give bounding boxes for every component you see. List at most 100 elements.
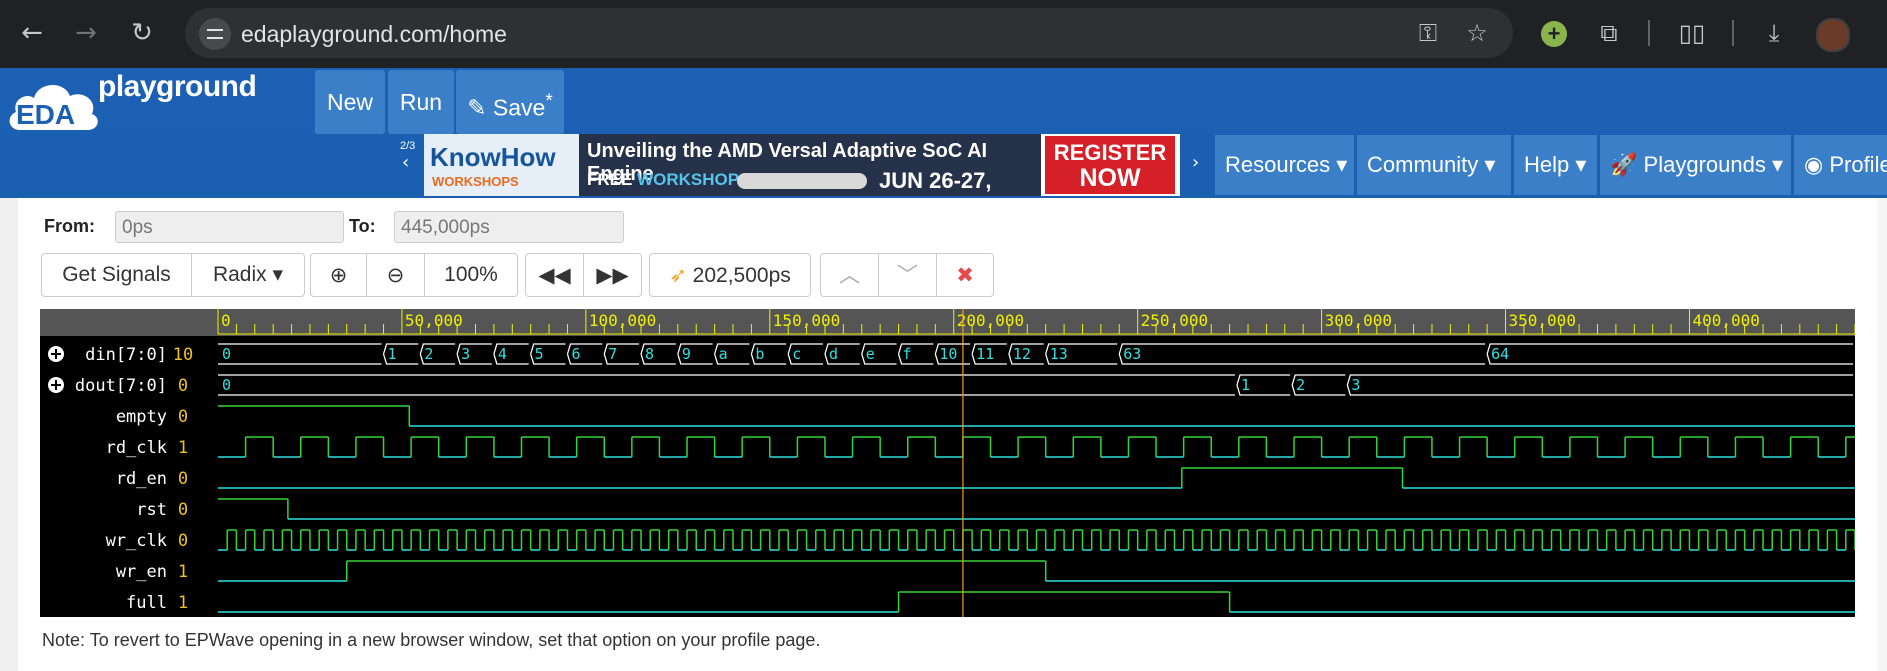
register-now-button[interactable]: REGISTER NOW xyxy=(1045,136,1175,194)
signal-value: 10 xyxy=(173,345,193,365)
epwave-note: Note: To revert to EPWave opening in a n… xyxy=(42,630,821,650)
save-label: Save xyxy=(492,94,546,121)
banner-headline-box: Unveiling the AMD Versal Adaptive SoC AI… xyxy=(579,134,1041,219)
page-gutter xyxy=(0,198,18,671)
star-icon[interactable]: ☆ xyxy=(1461,17,1493,49)
zoom-level[interactable]: 100% xyxy=(425,254,517,296)
ruler-tick-label: 0 xyxy=(221,311,231,330)
carousel-counter: 2/3 xyxy=(400,140,416,152)
save-button[interactable]: ✎ Save* xyxy=(456,70,564,134)
bus-value-label: 7 xyxy=(608,345,617,363)
forward-icon[interactable]: → xyxy=(70,17,102,49)
signal-name[interactable]: din[7:0] xyxy=(85,345,167,365)
signal-name[interactable]: wr_en xyxy=(116,562,167,582)
signal-value: 0 xyxy=(178,500,188,520)
menu-resources[interactable]: Resources ▾ xyxy=(1215,135,1354,195)
rocket-icon: 🚀 xyxy=(1610,153,1638,178)
toolbar-separator xyxy=(1648,20,1650,46)
bus-value-label: 10 xyxy=(939,345,957,363)
bus-value-label: f xyxy=(903,345,912,363)
logo-eda-text: EDA xyxy=(16,99,75,130)
cursor-arrow-icon: ➶ xyxy=(669,263,687,287)
reload-icon[interactable]: ↻ xyxy=(126,17,158,49)
bus-value-label: 5 xyxy=(535,345,544,363)
edge-button-group: ︿ ﹀ ✖ xyxy=(820,253,994,297)
run-button[interactable]: Run xyxy=(388,70,454,134)
ruler-tick-label: 200,000 xyxy=(957,311,1024,330)
download-icon[interactable]: ⤓ xyxy=(1758,17,1790,49)
profile-avatar[interactable] xyxy=(1816,18,1850,52)
bus-value-label: 1 xyxy=(1241,376,1250,394)
to-input[interactable]: 445,000ps xyxy=(394,211,624,243)
prev-edge-icon[interactable]: ︿ xyxy=(821,254,879,296)
address-url[interactable]: edaplayground.com/home xyxy=(241,21,507,48)
bus-value-label: a xyxy=(719,345,728,363)
signal-value: 1 xyxy=(178,593,188,613)
signal-value: 1 xyxy=(178,562,188,582)
banner-free: FREE WORKSHOP xyxy=(587,170,740,189)
reading-mode-icon[interactable]: ▯▯ xyxy=(1676,17,1708,49)
zoom-in-icon[interactable]: ⊕ xyxy=(311,254,367,296)
signal-name[interactable]: wr_clk xyxy=(106,531,167,551)
bus-value-label: 11 xyxy=(976,345,994,363)
new-button[interactable]: New xyxy=(315,70,385,134)
bus-value-label: 13 xyxy=(1050,345,1068,363)
radix-dropdown[interactable]: Radix ▾ xyxy=(192,254,304,296)
bus-value-label: 12 xyxy=(1013,345,1031,363)
pencil-icon: ✎ xyxy=(467,95,487,122)
signal-value: 0 xyxy=(178,376,188,396)
bus-value-label: 2 xyxy=(424,345,433,363)
signal-name[interactable]: rd_en xyxy=(116,469,167,489)
knowhow-logo: KnowHow WORKSHOPS xyxy=(424,134,579,196)
unsaved-marker: * xyxy=(545,91,553,112)
signal-name[interactable]: rd_clk xyxy=(106,438,167,458)
step-forward-icon[interactable]: ▶▶ xyxy=(584,254,641,296)
extension-icon[interactable]: + xyxy=(1541,21,1567,47)
key-icon[interactable]: ⚿ xyxy=(1412,17,1444,49)
remove-signal-icon[interactable]: ✖ xyxy=(937,254,993,296)
zoom-button-group: ⊕ ⊖ 100% xyxy=(310,253,518,297)
browser-toolbar: ← → ↻ edaplayground.com/home ⚿ ☆ + ⧉ ▯▯ … xyxy=(0,0,1887,68)
site-info-icon[interactable] xyxy=(199,18,231,50)
register-text: REGISTER xyxy=(1053,140,1167,165)
bus-value-label: 8 xyxy=(645,345,654,363)
signal-value: 0 xyxy=(178,531,188,551)
next-edge-icon[interactable]: ﹀ xyxy=(879,254,937,296)
bus-value-label: b xyxy=(755,345,764,363)
bus-value-label: d xyxy=(829,345,838,363)
ruler-tick-label: 400,000 xyxy=(1692,311,1759,330)
from-input[interactable]: 0ps xyxy=(115,211,344,243)
bus-value-label: 9 xyxy=(682,345,691,363)
now-text: NOW xyxy=(1079,164,1141,192)
cursor-time-button[interactable]: ➶ 202,500ps xyxy=(649,253,811,297)
waveform-viewer[interactable]: 0 50,000 100,000 150,000 200,000 250,000 300,0… xyxy=(40,309,1855,617)
ruler-tick-label: 350,000 xyxy=(1509,311,1576,330)
menu-community[interactable]: Community ▾ xyxy=(1357,135,1511,195)
carousel-next-icon[interactable]: › xyxy=(1192,152,1199,173)
address-bar[interactable]: edaplayground.com/home xyxy=(185,8,1513,58)
banner-brand: KnowHow xyxy=(430,142,556,172)
back-icon[interactable]: ← xyxy=(16,17,48,49)
signal-name[interactable]: dout[7:0] xyxy=(75,376,167,396)
zoom-out-icon[interactable]: ⊖ xyxy=(367,254,425,296)
signal-name[interactable]: rst xyxy=(136,500,167,520)
bus-value-label: c xyxy=(792,345,801,363)
get-signals-button[interactable]: Get Signals xyxy=(42,254,192,296)
bus-value-label: 4 xyxy=(498,345,507,363)
signal-name[interactable]: empty xyxy=(116,407,167,427)
step-back-icon[interactable]: ◀◀ xyxy=(526,254,584,296)
ruler-tick-label: 250,000 xyxy=(1141,311,1208,330)
menu-playgrounds[interactable]: 🚀 Playgrounds ▾ xyxy=(1600,135,1791,195)
toolbar-separator xyxy=(1732,20,1734,46)
workshop-banner[interactable]: KnowHow WORKSHOPS Unveiling the AMD Vers… xyxy=(424,134,1180,219)
page-scrollbar[interactable] xyxy=(1877,198,1887,671)
carousel-prev-icon[interactable]: ‹ xyxy=(402,152,409,173)
banner-date: JUN 26-27, 2025 xyxy=(879,168,992,219)
eda-logo-icon[interactable]: EDA xyxy=(6,72,102,134)
bus-value-label: 6 xyxy=(571,345,580,363)
menu-help[interactable]: Help ▾ xyxy=(1514,135,1597,195)
signal-name[interactable]: full xyxy=(126,593,167,613)
menu-profile[interactable]: ◉ Profile xyxy=(1794,135,1887,195)
ruler-corner xyxy=(40,309,218,336)
puzzle-icon[interactable]: ⧉ xyxy=(1593,17,1625,49)
